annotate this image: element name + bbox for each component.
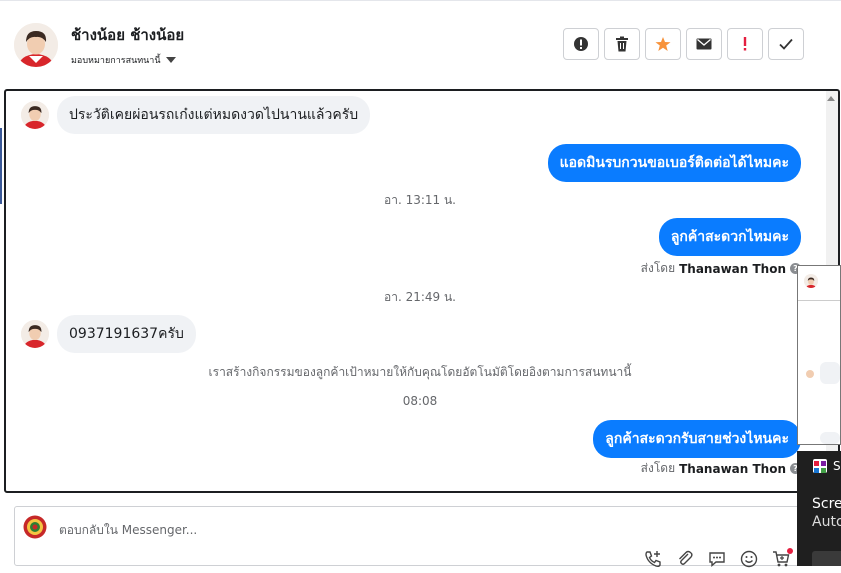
preview-divider (798, 300, 840, 301)
timestamp: อา. 21:49 น. (384, 290, 456, 304)
outgoing-message: ลูกค้าสะดวกไหมคะ (658, 218, 801, 256)
emoji-icon[interactable] (739, 549, 759, 569)
contact-avatar[interactable] (14, 23, 58, 67)
caret-down-icon (165, 57, 176, 63)
timestamp: 08:08 (402, 394, 438, 408)
preview-avatar (804, 274, 818, 288)
assign-conversation-dropdown[interactable]: มอบหมายการสนทนานี้ (71, 53, 176, 67)
follow-up-button[interactable] (727, 28, 763, 60)
conversation-header: ช้างน้อย ช้างน้อย มอบหมายการสนทนานี้ (0, 0, 841, 88)
toast-app-name: S (833, 459, 841, 473)
sender-avatar (21, 101, 49, 129)
sent-by-label: ส่งโดย (640, 461, 676, 475)
toolbar (563, 28, 804, 60)
outgoing-message: ลูกค้าสะดวกรับสายช่วงไหนคะ (593, 420, 801, 458)
scroll-up-arrow-icon[interactable] (827, 96, 835, 101)
toast-subtitle: Auto (812, 514, 841, 530)
notification-toast[interactable]: S Scre Auto (797, 451, 841, 566)
sent-by-name: Thanawan Thon (679, 461, 786, 476)
incoming-message: 0937191637ครับ (57, 315, 196, 353)
overlay-popup[interactable]: S Scre Auto (797, 265, 841, 566)
sent-by-label: ส่งโดย (640, 261, 676, 275)
exclamation-circle-icon (574, 37, 588, 51)
exclamation-icon (743, 37, 747, 51)
attachment-icon[interactable] (675, 549, 695, 569)
saved-reply-icon[interactable] (707, 549, 727, 569)
contact-name: ช้างน้อย ช้างน้อย (71, 26, 185, 44)
incoming-message: ประวัติเคยผ่อนรถเก๋งแต่หมดงวดไปนานแล้วคร… (57, 96, 371, 134)
page-logo (23, 515, 47, 539)
report-spam-button[interactable] (563, 28, 599, 60)
left-accent-bar (0, 128, 2, 204)
star-icon (655, 37, 671, 51)
assign-label: มอบหมายการสนทนานี้ (71, 56, 161, 66)
outgoing-message: แอดมินรบกวนขอเบอร์ติดต่อได้ไหมคะ (547, 144, 801, 182)
phone-add-icon[interactable] (643, 549, 663, 569)
system-note: เราสร้างกิจกรรมของลูกค้าเป้าหมายให้กับคุ… (208, 365, 632, 379)
delete-button[interactable] (604, 28, 640, 60)
toast-action-button[interactable] (812, 551, 841, 566)
toast-title: Scre (812, 496, 841, 512)
star-button[interactable] (645, 28, 681, 60)
mark-done-button[interactable] (768, 28, 804, 60)
message-thread[interactable]: ประวัติเคยผ่อนรถเก๋งแต่หมดงวดไปนานแล้วคร… (4, 89, 840, 493)
sender-avatar (21, 320, 49, 348)
mark-unread-button[interactable] (686, 28, 722, 60)
sent-by-info: ส่งโดย Thanawan Thon ? (641, 259, 801, 278)
preview-bubble (820, 362, 840, 384)
sent-by-info: ส่งโดย Thanawan Thon ? (641, 459, 801, 478)
cart-icon[interactable] (771, 548, 793, 569)
reply-composer[interactable]: ตอบกลับใน Messenger... (14, 506, 804, 569)
app-icon (813, 459, 827, 473)
envelope-icon (696, 38, 712, 50)
check-icon (779, 38, 793, 50)
timestamp: อา. 13:11 น. (384, 193, 456, 207)
trash-icon (616, 36, 628, 52)
notification-dot (787, 548, 793, 554)
preview-bubble (820, 432, 840, 444)
composer-actions (643, 548, 793, 569)
sent-by-name: Thanawan Thon (679, 261, 786, 276)
preview-card[interactable] (797, 265, 841, 445)
preview-avatar (806, 370, 814, 378)
reply-input[interactable]: ตอบกลับใน Messenger... (59, 521, 197, 540)
